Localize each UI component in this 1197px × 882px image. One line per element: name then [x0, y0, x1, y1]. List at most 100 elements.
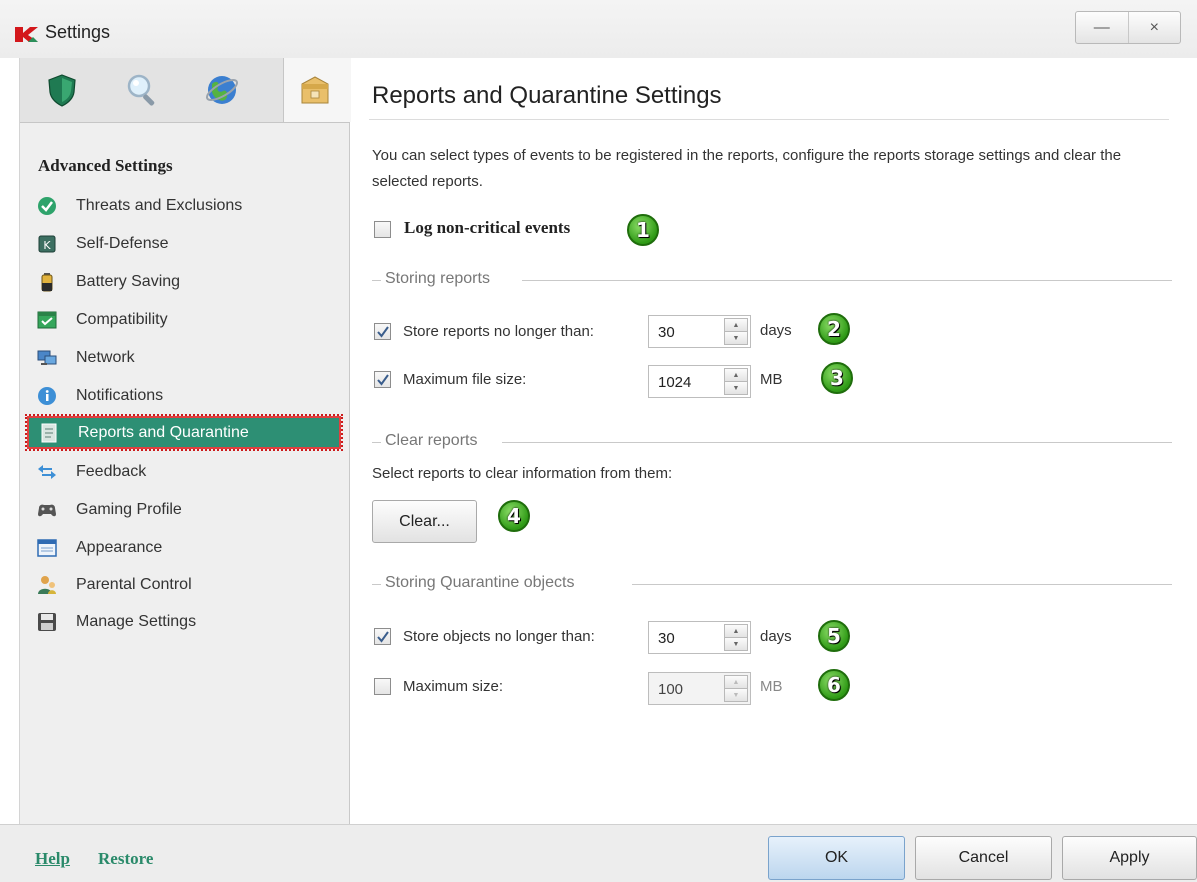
title-divider [369, 119, 1169, 120]
battery-icon [41, 272, 53, 291]
box-icon[interactable] [297, 72, 333, 108]
max-file-size-label[interactable]: Maximum file size: [403, 371, 526, 388]
callout-badge-1: 1 [627, 214, 659, 246]
main-panel: Reports and Quarantine Settings You can … [352, 58, 1182, 824]
checkmark-circle-icon [38, 196, 56, 215]
info-icon [38, 386, 56, 405]
sidebar-item-label: Threats and Exclusions [76, 196, 243, 214]
store-reports-label[interactable]: Store reports no longer than: [403, 323, 594, 340]
sidebar-item-parental-control[interactable]: Parental Control [27, 568, 341, 601]
close-button[interactable]: × [1127, 12, 1181, 43]
window-controls: — × [1075, 11, 1181, 44]
store-reports-days-spinner[interactable]: 30 ▲ ▼ [648, 315, 751, 348]
log-noncritical-checkbox[interactable] [374, 221, 391, 238]
sidebar-tab-strip [20, 58, 351, 123]
callout-badge-4: 4 [498, 500, 530, 532]
checkmark-icon [376, 325, 389, 338]
spin-up-arrow-icon[interactable]: ▲ [724, 368, 748, 382]
sidebar-item-compatibility[interactable]: Compatibility [27, 303, 341, 336]
sidebar-item-label: Network [76, 348, 135, 366]
store-reports-unit: days [760, 322, 792, 339]
page-description: You can select types of events to be reg… [372, 147, 1122, 190]
sidebar-item-label: Battery Saving [76, 272, 181, 290]
sidebar-item-notifications[interactable]: Notifications [27, 379, 341, 412]
storing-reports-heading: Storing reports [372, 270, 1172, 290]
section-title: Clear reports [385, 432, 482, 450]
store-objects-days-spinner[interactable]: 30 ▲ ▼ [648, 621, 751, 654]
spinner-value: 30 [658, 324, 675, 341]
spin-down-arrow-icon[interactable]: ▼ [724, 382, 748, 395]
sidebar-item-label: Gaming Profile [76, 500, 182, 518]
floppy-icon [38, 612, 56, 631]
max-size-checkbox[interactable] [374, 678, 391, 695]
parent-icon [38, 575, 56, 594]
sidebar-item-manage-settings[interactable]: Manage Settings [27, 605, 341, 638]
sidebar-item-self-defense[interactable]: K Self-Defense [27, 227, 341, 260]
sidebar-item-label: Parental Control [76, 575, 192, 593]
spinner-value: 100 [658, 681, 684, 698]
sidebar-item-label: Self-Defense [76, 234, 169, 252]
store-objects-unit: days [760, 628, 792, 645]
spin-up-arrow-icon[interactable]: ▲ [724, 675, 748, 689]
checkmark-icon [376, 630, 389, 643]
sidebar-item-label: Reports and Quarantine [78, 423, 249, 441]
sidebar-item-feedback[interactable]: Feedback [27, 455, 341, 488]
spin-down-arrow-icon[interactable]: ▼ [724, 638, 748, 651]
magnifier-icon[interactable] [124, 72, 160, 108]
sidebar-item-label: Compatibility [76, 310, 168, 328]
callout-badge-5: 5 [818, 620, 850, 652]
sidebar-item-label: Notifications [76, 386, 164, 404]
ok-button[interactable]: OK [768, 836, 905, 880]
sidebar-item-battery-saving[interactable]: Battery Saving [27, 265, 341, 298]
compatibility-icon [37, 311, 57, 328]
sidebar-item-appearance[interactable]: Appearance [27, 531, 341, 564]
shield-icon[interactable] [44, 72, 80, 108]
max-size-unit: MB [760, 678, 783, 695]
callout-badge-2: 2 [818, 313, 850, 345]
callout-badge-3: 3 [821, 362, 853, 394]
max-size-label[interactable]: Maximum size: [403, 678, 503, 695]
report-icon [41, 423, 57, 442]
log-noncritical-label[interactable]: Log non-critical events [404, 218, 570, 238]
storing-quarantine-heading: Storing Quarantine objects [372, 574, 1172, 594]
gamepad-icon [38, 504, 56, 516]
spin-up-arrow-icon[interactable]: ▲ [724, 318, 748, 332]
window-title: Settings [45, 22, 111, 42]
sidebar-item-label: Manage Settings [76, 612, 197, 630]
title-bar: Settings — × [0, 0, 1197, 58]
svg-text:K: K [43, 239, 51, 252]
max-file-size-checkbox[interactable] [374, 371, 391, 388]
sidebar-item-label: Feedback [76, 462, 147, 480]
clear-reports-button[interactable]: Clear... [372, 500, 477, 543]
clear-reports-heading: Clear reports [372, 432, 1172, 452]
max-file-size-spinner[interactable]: 1024 ▲ ▼ [648, 365, 751, 398]
sidebar-item-label: Appearance [76, 538, 163, 556]
store-objects-checkbox[interactable] [374, 628, 391, 645]
k-shield-icon: K [38, 235, 56, 252]
store-objects-label[interactable]: Store objects no longer than: [403, 628, 595, 645]
apply-button[interactable]: Apply [1062, 836, 1197, 880]
kaspersky-logo-icon [15, 27, 38, 42]
spin-down-arrow-icon[interactable]: ▼ [724, 332, 748, 345]
max-size-spinner[interactable]: 100 ▲ ▼ [648, 672, 751, 705]
window-icon [37, 538, 57, 557]
sidebar-section-title: Advanced Settings [38, 156, 173, 175]
spinner-value: 30 [658, 630, 675, 647]
store-reports-checkbox[interactable] [374, 323, 391, 340]
sidebar-item-threats-and-exclusions[interactable]: Threats and Exclusions [27, 189, 341, 222]
callout-badge-6: 6 [818, 669, 850, 701]
sidebar-item-gaming-profile[interactable]: Gaming Profile [27, 493, 341, 526]
spin-up-arrow-icon[interactable]: ▲ [724, 624, 748, 638]
max-file-size-unit: MB [760, 371, 783, 388]
globe-icon[interactable] [204, 72, 240, 108]
spinner-value: 1024 [658, 374, 692, 391]
cancel-button[interactable]: Cancel [915, 836, 1052, 880]
sidebar-item-reports-and-quarantine[interactable]: Reports and Quarantine [25, 414, 343, 451]
restore-link[interactable]: Restore [98, 849, 153, 869]
minimize-button[interactable]: — [1076, 12, 1128, 43]
arrows-icon [38, 464, 56, 479]
spin-down-arrow-icon[interactable]: ▼ [724, 689, 748, 702]
help-link[interactable]: Help [35, 849, 70, 869]
sidebar-item-network[interactable]: Network [27, 341, 341, 374]
section-title: Storing reports [385, 270, 494, 288]
